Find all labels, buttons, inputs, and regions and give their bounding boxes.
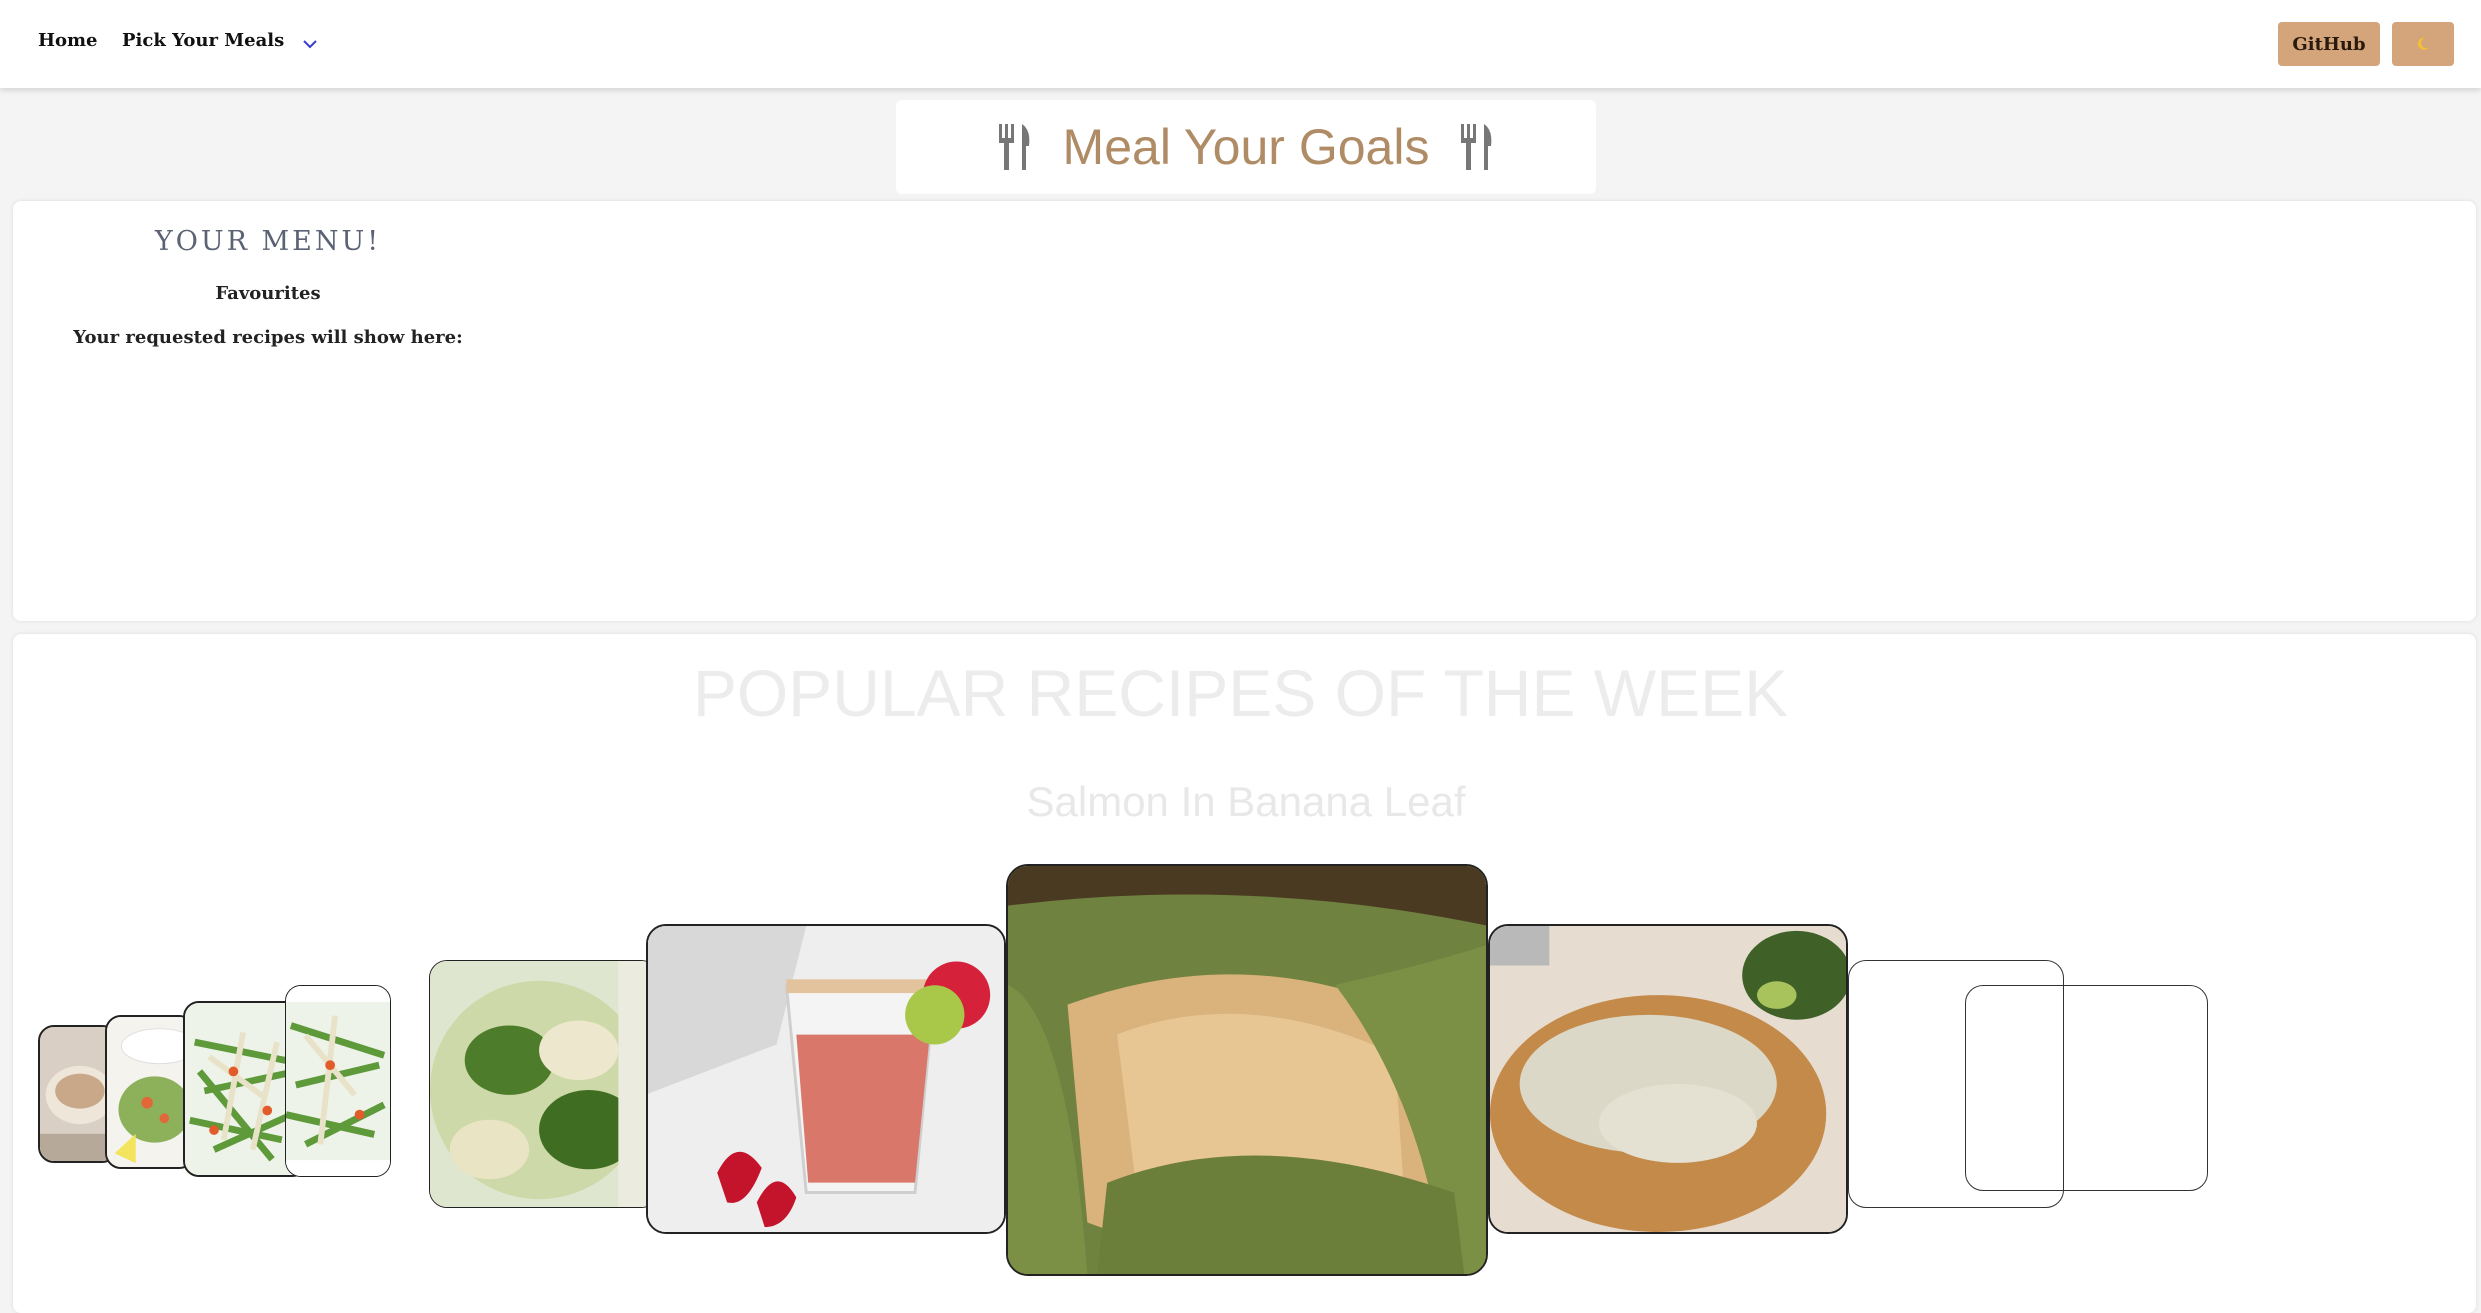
menu-panel	[13, 201, 2476, 621]
page-title: Meal Your Goals	[1062, 119, 1430, 175]
recipe-card-lime-salad[interactable]	[105, 1015, 195, 1169]
fork-knife-icon	[1461, 124, 1492, 170]
recipe-image	[430, 961, 658, 1207]
active-recipe-name: Salmon In Banana Leaf	[1026, 778, 1466, 825]
nav-pick-meals-link[interactable]: Pick Your Meals	[122, 30, 284, 51]
app-title-box: Meal Your Goals	[896, 100, 1596, 194]
popular-recipes-heading: POPULAR RECIPES OF THE WEEK	[692, 656, 1789, 730]
recipe-card-empty[interactable]	[1965, 985, 2208, 1191]
recipe-image	[648, 926, 1004, 1232]
moon-icon	[2418, 37, 2429, 50]
recipe-image	[1008, 866, 1486, 1274]
recipe-card-pasta-with-greens[interactable]	[429, 960, 659, 1208]
favourites-label[interactable]: Favourites	[0, 283, 536, 304]
recipe-image	[286, 986, 390, 1176]
recipe-card-strawberry-drink[interactable]	[646, 924, 1006, 1234]
recipe-card-salmon-in-banana-leaf[interactable]	[1006, 864, 1488, 1276]
requested-recipes-text: Your requested recipes will show here:	[73, 327, 463, 348]
recipe-card-slaw[interactable]	[285, 985, 391, 1177]
github-button[interactable]: GitHub	[2278, 22, 2380, 66]
theme-toggle-button[interactable]	[2392, 22, 2454, 66]
menu-heading: YOUR MENU!	[154, 226, 382, 257]
recipe-image	[107, 1017, 193, 1167]
nav-home-link[interactable]: Home	[38, 30, 98, 51]
chevron-down-icon[interactable]	[300, 34, 320, 54]
top-navbar: Home Pick Your Meals GitHub	[0, 0, 2481, 88]
fork-knife-icon	[998, 124, 1029, 170]
recipe-card-cutlet-with-sauce[interactable]	[1488, 924, 1848, 1234]
recipe-image	[1490, 926, 1846, 1232]
